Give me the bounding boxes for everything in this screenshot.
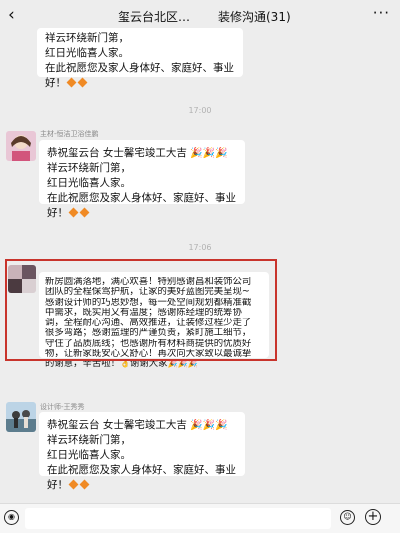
message-line: 在此祝愿您及家人身体好、家庭好、事业好！ [45,62,234,89]
avatar[interactable] [6,131,36,161]
voice-icon[interactable]: ◉ [4,510,19,525]
diamond-icon [68,479,79,490]
firework-icon: 🎉 [202,420,216,431]
message-line: 祥云环绕新门第， [47,162,131,174]
message-line: 在此祝愿您及家人身体好、家庭好、事业好！ [47,192,236,219]
message-line: 红日光临喜人家。 [47,449,131,461]
input-bar: ◉ ☺ + [0,503,400,533]
sender-name: 设计师-王秀秀 [40,403,85,411]
message-line: 恭祝玺云台 女士馨宅竣工大吉 🎉🎉🎉 [47,419,228,431]
diamond-icon [68,207,79,218]
timestamp: 17:06 [188,243,212,252]
avatar[interactable] [6,402,36,432]
chat-title-right: 装修沟通(31) [218,10,291,24]
highlight-box [5,259,277,361]
firework-icon: 🎉 [190,420,203,431]
sender-name: 主材-恒洁卫浴佳鹏 [40,130,99,138]
timestamp: 17:00 [188,106,212,115]
back-arrow-icon[interactable]: ‹ [8,5,15,25]
message-line: 在此祝愿您及家人身体好、家庭好、事业好！ [47,464,236,491]
message-line: 恭祝玺云台 女士馨宅竣工大吉 🎉🎉🎉 [47,147,228,159]
firework-icon: 🎉 [190,148,203,159]
diamond-icon [79,479,90,490]
message-input[interactable] [25,508,331,529]
more-options-icon[interactable]: ··· [373,4,390,22]
message-line: 祥云环绕新门第， [45,32,129,44]
emoji-icon[interactable]: ☺ [340,510,355,525]
diamond-icon [79,207,90,218]
diamond-icon [77,77,88,88]
plus-icon[interactable]: + [365,509,381,525]
message-line: 红日光临喜人家。 [47,177,131,189]
diamond-icon [66,77,77,88]
chat-title-left: 玺云台北区… [118,10,191,24]
message-bubble[interactable]: 祥云环绕新门第， 红日光临喜人家。 在此祝愿您及家人身体好、家庭好、事业好！ [37,28,243,89]
message-line: 祥云环绕新门第， [47,434,131,446]
message-line: 红日光临喜人家。 [45,47,129,59]
firework-icon: 🎉 [202,148,216,159]
message-bubble[interactable]: 恭祝玺云台 女士馨宅竣工大吉 🎉🎉🎉 祥云环绕新门第， 红日光临喜人家。 在此祝… [39,140,245,219]
firework-icon: 🎉 [215,148,228,159]
message-bubble[interactable]: 恭祝玺云台 女士馨宅竣工大吉 🎉🎉🎉 祥云环绕新门第， 红日光临喜人家。 在此祝… [39,412,245,491]
firework-icon: 🎉 [215,420,228,431]
